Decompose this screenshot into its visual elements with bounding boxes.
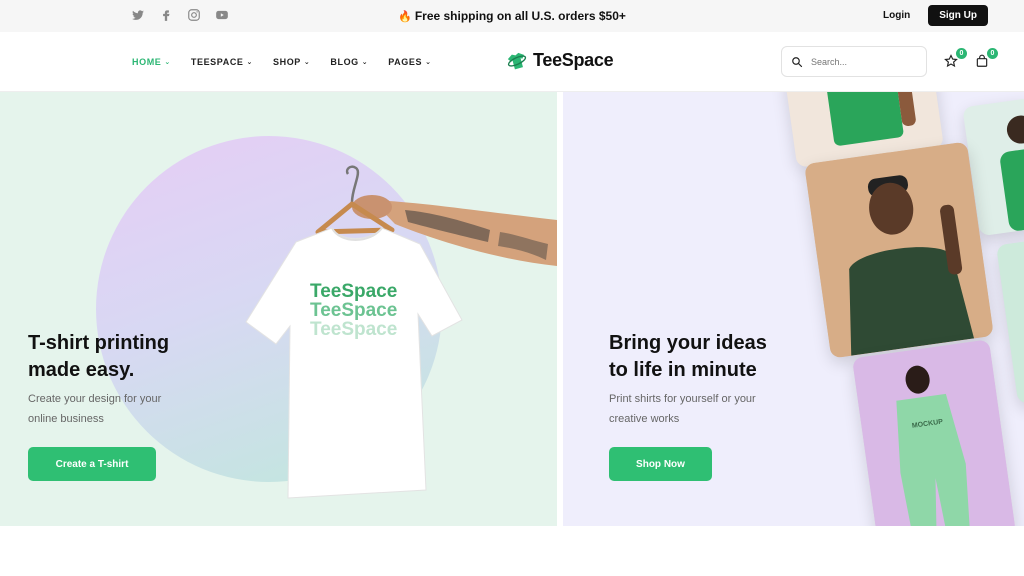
shop-now-button[interactable]: Shop Now — [609, 447, 712, 481]
chevron-down-icon: ⌄ — [361, 59, 369, 66]
hero-subtitle: Create your design for your online busin… — [28, 389, 161, 429]
nav-item-label: TEESPACE — [190, 57, 244, 67]
promo-banner: 🔥 Free shipping on all U.S. orders $50+ — [0, 9, 1024, 23]
promo-text: Free shipping on all U.S. orders $50+ — [414, 9, 626, 23]
nav-item-pages[interactable]: PAGES ⌄ — [388, 57, 431, 67]
cart-count-badge: 0 — [987, 48, 998, 59]
chevron-down-icon: ⌄ — [164, 59, 171, 66]
top-bar: 🔥 Free shipping on all U.S. orders $50+ L… — [0, 0, 1024, 32]
nav-item-teespace[interactable]: TEESPACE ⌄ — [191, 57, 253, 67]
cart-button[interactable]: 0 — [975, 48, 998, 70]
brand-name: TeeSpace — [533, 50, 614, 70]
tshirt-print-text: TeeSpace TeeSpace TeeSpace — [310, 282, 397, 339]
login-link[interactable]: Login — [883, 10, 910, 21]
signup-button[interactable]: Sign Up — [928, 5, 988, 26]
print-line-3: TeeSpace — [310, 319, 398, 340]
wishlist-count-badge: 0 — [956, 48, 967, 59]
nav-item-label: BLOG — [330, 57, 359, 67]
hero-title-line: Bring your ideas — [609, 332, 767, 354]
hero-title-line: made easy. — [28, 359, 135, 381]
chevron-down-icon: ⌄ — [246, 59, 253, 66]
hero-subtitle-line: Create your design for your — [28, 393, 162, 405]
auth-links: Login Sign Up — [883, 5, 988, 26]
main-header: HOME ⌄ TEESPACE ⌄ SHOP ⌄ BLOG ⌄ PAGES ⌄ TeeSp… — [0, 32, 1024, 92]
nav-item-home[interactable]: HOME ⌄ — [132, 57, 171, 67]
nav-item-blog[interactable]: BLOG ⌄ — [330, 57, 368, 67]
nav-item-label: HOME — [132, 57, 162, 67]
nav-item-label: PAGES — [388, 57, 423, 67]
woman-mint-jumpsuit-image — [852, 339, 1016, 526]
search-box[interactable] — [781, 46, 927, 77]
hero-title: Bring your ideas to life in minute — [609, 330, 767, 384]
hero-title: T-shirt printing made easy. — [28, 330, 169, 384]
search-icon — [792, 56, 803, 67]
hero-title-line: T-shirt printing — [28, 332, 170, 354]
nav-item-label: SHOP — [273, 57, 301, 67]
create-tshirt-button[interactable]: Create a T-shirt — [28, 447, 156, 481]
tshirt-logo-icon — [507, 52, 527, 69]
chevron-down-icon: ⌄ — [425, 59, 432, 66]
photo-card-jumpsuit-woman: MOCKUP — [852, 339, 1016, 526]
print-line-1: TeeSpace — [310, 281, 398, 302]
hero-subtitle: Print shirts for yourself or your creati… — [609, 389, 756, 429]
search-input[interactable] — [811, 56, 911, 67]
hero-subtitle-line: online business — [28, 413, 104, 425]
hero-panel-bring-ideas: MOCKUP Bring your ideas to life in minut… — [563, 92, 1024, 526]
brand-logo[interactable]: TeeSpace — [507, 50, 614, 71]
hero-title-line: to life in minute — [609, 359, 757, 381]
print-line-2: TeeSpace — [310, 300, 398, 321]
chevron-down-icon: ⌄ — [303, 59, 311, 66]
hero-panel-tshirt-printing: TeeSpace TeeSpace TeeSpace T-shirt print… — [0, 92, 557, 526]
fire-icon: 🔥 — [398, 11, 412, 23]
nav-item-shop[interactable]: SHOP ⌄ — [273, 57, 310, 67]
hero-subtitle-line: creative works — [609, 413, 680, 425]
hero-subtitle-line: Print shirts for yourself or your — [609, 393, 756, 405]
photo-card-partial-right — [996, 239, 1024, 405]
photo-card-smiling-man — [804, 141, 994, 359]
main-nav: HOME ⌄ TEESPACE ⌄ SHOP ⌄ BLOG ⌄ PAGES ⌄ — [132, 57, 432, 67]
wishlist-button[interactable]: 0 — [944, 48, 967, 70]
man-in-green-tee-image — [804, 141, 994, 359]
